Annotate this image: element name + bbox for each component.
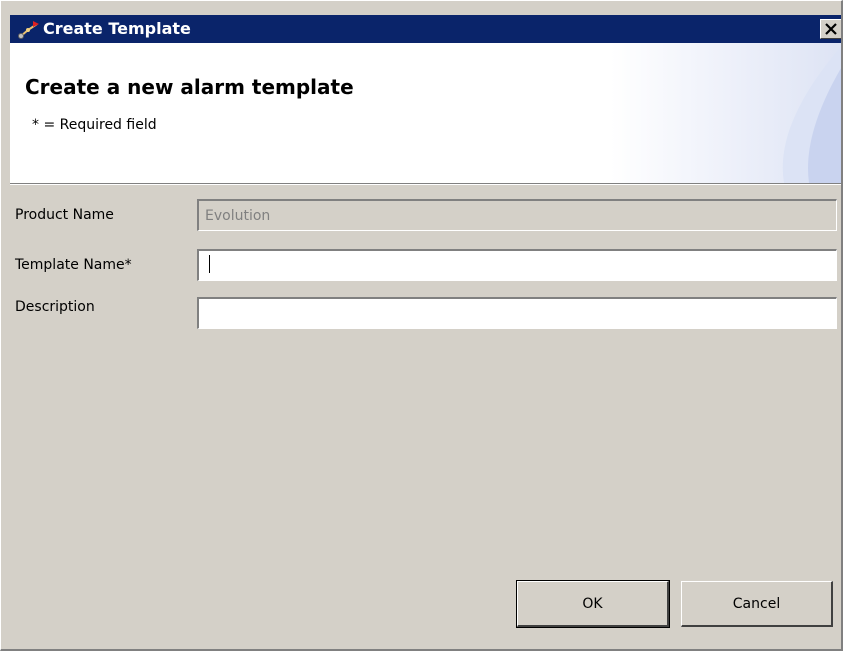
template-name-label: Template Name*: [15, 257, 132, 273]
header-banner: Create a new alarm template * = Required…: [10, 43, 841, 184]
required-field-note: * = Required field: [32, 117, 157, 133]
template-name-field[interactable]: [197, 249, 837, 281]
banner-divider: [10, 184, 841, 185]
banner-decoration: [782, 46, 841, 183]
create-template-dialog: Create Template Create a new alarm templ…: [0, 0, 843, 651]
page-title: Create a new alarm template: [25, 75, 354, 99]
description-field[interactable]: [197, 297, 837, 329]
close-button[interactable]: [820, 19, 841, 39]
ok-button[interactable]: OK: [516, 580, 670, 628]
alarm-template-icon: [18, 19, 40, 39]
cancel-button[interactable]: Cancel: [681, 581, 833, 627]
close-icon: [825, 23, 837, 35]
product-name-field: [197, 199, 837, 231]
title-bar[interactable]: Create Template: [10, 15, 841, 43]
text-cursor: [209, 255, 210, 273]
window-title: Create Template: [43, 19, 191, 38]
description-label: Description: [15, 299, 95, 315]
product-name-label: Product Name: [15, 207, 114, 223]
